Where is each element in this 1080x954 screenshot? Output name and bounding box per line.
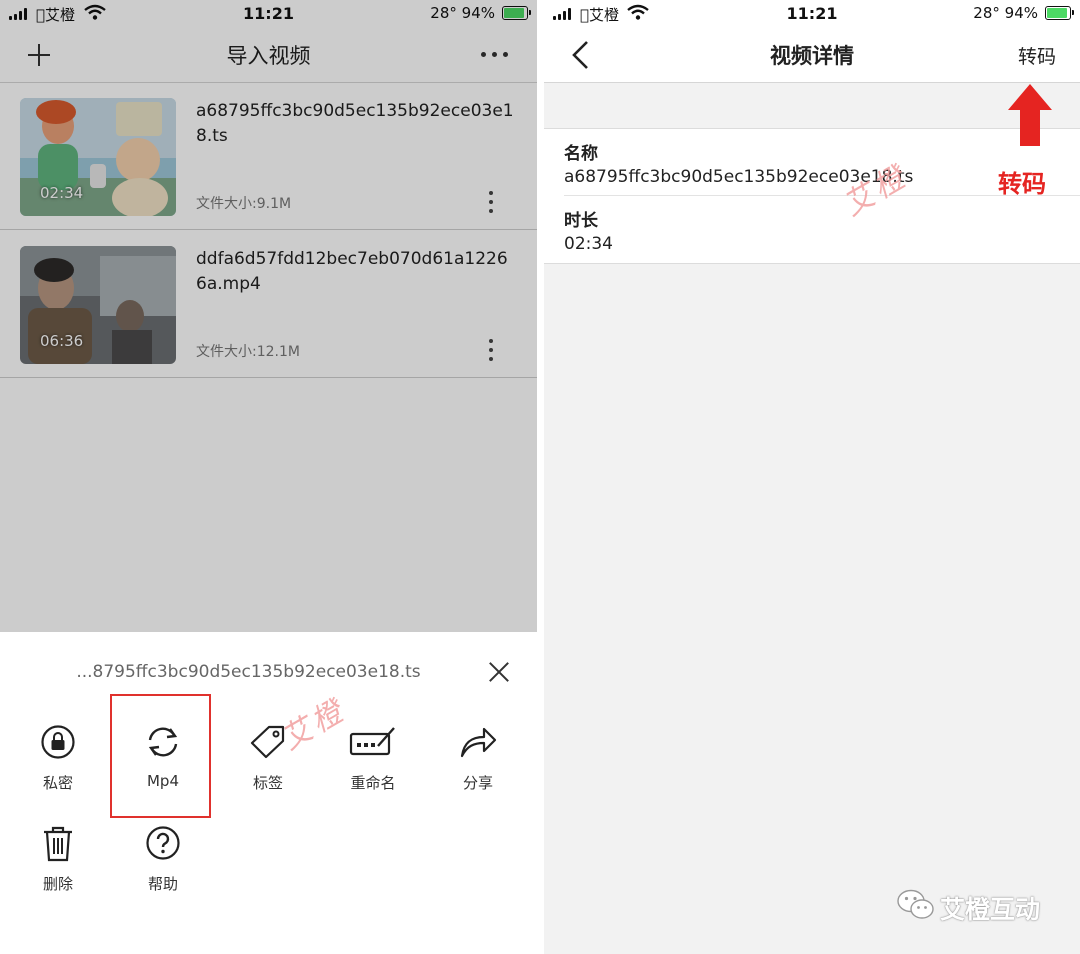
action-label: 删除 — [42, 875, 73, 893]
annotation-label: 转码 — [998, 170, 1046, 198]
detail-key: 名称 — [564, 144, 598, 164]
temp-battery-text: 28° 94% — [973, 4, 1038, 22]
close-icon[interactable] — [489, 662, 509, 682]
help-icon — [146, 826, 180, 860]
brand-name: 艾橙互动 — [940, 895, 1041, 924]
modal-overlay[interactable] — [0, 0, 537, 632]
screen-divider — [537, 0, 544, 954]
action-sheet: ...8795ffc3bc90d5ec135b92ece03e18.ts 私密 … — [0, 632, 537, 954]
action-rename[interactable]: 重命名 — [323, 724, 423, 814]
page-title: 视频详情 — [770, 44, 854, 68]
action-private[interactable]: 私密 — [8, 724, 108, 814]
action-share[interactable]: 分享 — [428, 724, 528, 814]
action-label: 私密 — [42, 774, 73, 792]
action-label: 分享 — [462, 774, 493, 792]
video-detail-screen: 艾橙 11:21 28° 94% 视频详情 转码 名称 a68795ffc3b… — [544, 0, 1080, 954]
trash-icon — [44, 826, 72, 862]
action-label: 重命名 — [350, 774, 396, 792]
wechat-icon — [897, 889, 934, 919]
transcode-button[interactable]: 转码 — [1018, 42, 1056, 69]
detail-key: 时长 — [564, 211, 598, 231]
action-delete[interactable]: 删除 — [8, 825, 108, 915]
brand-watermark: 艾橙互动 — [896, 888, 1040, 924]
annotation-arrow-icon — [1008, 84, 1052, 146]
rename-icon — [349, 727, 395, 756]
detail-value: 02:34 — [564, 234, 613, 254]
lock-icon — [41, 725, 75, 759]
action-help[interactable]: 帮助 — [113, 825, 213, 915]
status-bar: 艾橙 11:21 28° 94% — [544, 0, 1080, 28]
share-icon — [460, 727, 497, 758]
top-nav: 视频详情 转码 — [544, 28, 1080, 83]
action-label: 帮助 — [147, 875, 178, 893]
detail-row-duration: 时长 02:34 — [544, 196, 1080, 262]
video-list-screen: 艾橙 11:21 28° 94% 导入视频 — [0, 0, 537, 954]
action-label: 标签 — [252, 774, 283, 792]
mp4-highlight-box — [110, 694, 211, 818]
battery-icon — [1045, 6, 1074, 20]
sheet-title: ...8795ffc3bc90d5ec135b92ece03e18.ts — [76, 662, 421, 682]
